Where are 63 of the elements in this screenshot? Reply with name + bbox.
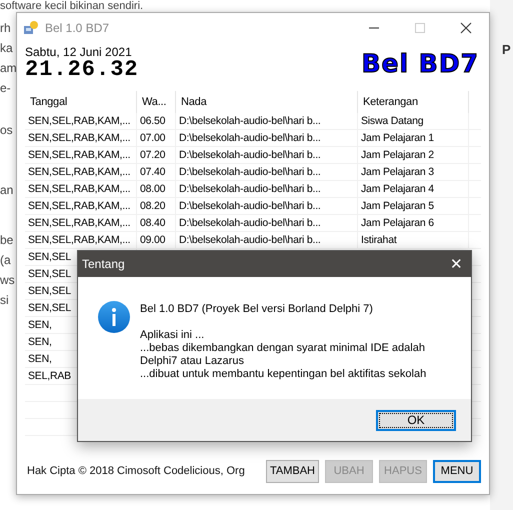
background-text: be: [0, 232, 14, 249]
background-text: P: [502, 42, 511, 57]
info-icon: [98, 301, 130, 333]
table-cell: SEN,SEL,RAB,KAM,...: [25, 130, 137, 146]
table-cell: SEN,SEL,RAB,KAM,...: [25, 232, 137, 248]
table-cell: Jam Pelajaran 5: [358, 198, 469, 214]
table-cell: 07.20: [137, 147, 176, 163]
table-cell: D:\belsekolah-audio-bel\hari b...: [176, 232, 358, 248]
background-text: an: [0, 182, 14, 199]
message-text: Delphi7 atau Lazarus: [140, 355, 245, 368]
table-cell: SEN,SEL,RAB,KAM,...: [25, 164, 137, 180]
table-cell: 06.50: [137, 113, 176, 129]
action-button[interactable]: TAMBAH: [266, 460, 319, 482]
column-header[interactable]: Keterangan: [358, 91, 469, 113]
background-text: software kecil bikinan sendiri.: [0, 0, 144, 12]
clock-label: 21.26.32: [25, 59, 139, 81]
table-cell: 08.40: [137, 215, 176, 231]
table-cell: D:\belsekolah-audio-bel\hari b...: [176, 130, 358, 146]
table-cell: 09.00: [137, 232, 176, 248]
logo-text: Bel BD7: [362, 49, 479, 80]
window-title: Bel 1.0 BD7: [45, 21, 110, 35]
message-text: ...dibuat untuk membantu kepentingan bel aktifitas sekolah: [140, 368, 426, 381]
table-cell: D:\belsekolah-audio-bel\hari b...: [176, 215, 358, 231]
table-cell: 08.00: [137, 181, 176, 197]
column-header[interactable]: Nada: [176, 91, 358, 113]
table-cell: SEN,SEL,RAB,KAM,...: [25, 147, 137, 163]
table-cell: Jam Pelajaran 3: [358, 164, 469, 180]
background-text: (a: [0, 252, 12, 269]
background-text: os: [0, 122, 14, 139]
table-cell: 08.20: [137, 198, 176, 214]
table-cell: Jam Pelajaran 4: [358, 181, 469, 197]
table-cell: Siswa Datang: [358, 113, 469, 129]
table-cell: Istirahat: [358, 232, 469, 248]
table-cell: D:\belsekolah-audio-bel\hari b...: [176, 198, 358, 214]
action-button[interactable]: MENU: [433, 460, 481, 482]
table-cell: SEN,SEL,RAB,KAM,...: [25, 198, 137, 214]
background-text: e-: [0, 80, 12, 97]
background-text: si: [0, 292, 10, 309]
table-cell: Jam Pelajaran 1: [358, 130, 469, 146]
table-cell: Jam Pelajaran 6: [358, 215, 469, 231]
background-text: am: [0, 60, 16, 77]
column-header[interactable]: Tanggal: [25, 91, 137, 113]
background-text: rh: [0, 20, 12, 37]
message-text: ...bebas dikembangkan dengan syarat minimal IDE adalah: [140, 342, 426, 355]
table-cell: D:\belsekolah-audio-bel\hari b...: [176, 181, 358, 197]
table-cell: Jam Pelajaran 2: [358, 147, 469, 163]
copyright-text: Hak Cipta © 2018 Cimosoft Codelicious, Org: [27, 465, 245, 477]
background-text: ka: [0, 40, 14, 57]
message-text: Aplikasi ini ...: [140, 329, 206, 342]
table-cell: 07.40: [137, 164, 176, 180]
table-cell: SEN,SEL,RAB,KAM,...: [25, 181, 137, 197]
close-button[interactable]: ✕: [450, 255, 463, 273]
column-header[interactable]: Wa...: [137, 91, 176, 113]
message-heading: Bel 1.0 BD7 (Proyek Bel versi Borland Delphi 7): [140, 303, 374, 316]
table-cell: SEN,SEL,RAB,KAM,...: [25, 215, 137, 231]
table-cell: 07.00: [137, 130, 176, 146]
table-cell: D:\belsekolah-audio-bel\hari b...: [176, 164, 358, 180]
table-cell: D:\belsekolah-audio-bel\hari b...: [176, 147, 358, 163]
table-cell: SEN,SEL,RAB,KAM,...: [25, 113, 137, 129]
date-label: Sabtu, 12 Juni 2021: [25, 45, 133, 59]
table-cell: D:\belsekolah-audio-bel\hari b...: [176, 113, 358, 129]
background-text: ws: [0, 272, 16, 289]
ok-button[interactable]: OK: [376, 410, 456, 430]
